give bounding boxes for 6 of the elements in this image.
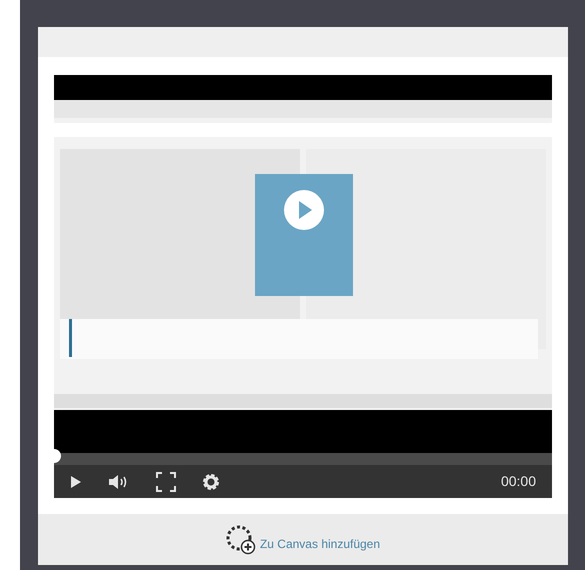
canvas-add-icon[interactable] (226, 524, 256, 554)
fullscreen-icon[interactable] (156, 472, 176, 492)
time-display: 00:00 (500, 472, 536, 491)
settings-icon[interactable] (202, 472, 220, 490)
add-to-canvas-link[interactable]: Zu Canvas hinzufügen (260, 534, 380, 552)
play-icon[interactable] (70, 474, 82, 488)
